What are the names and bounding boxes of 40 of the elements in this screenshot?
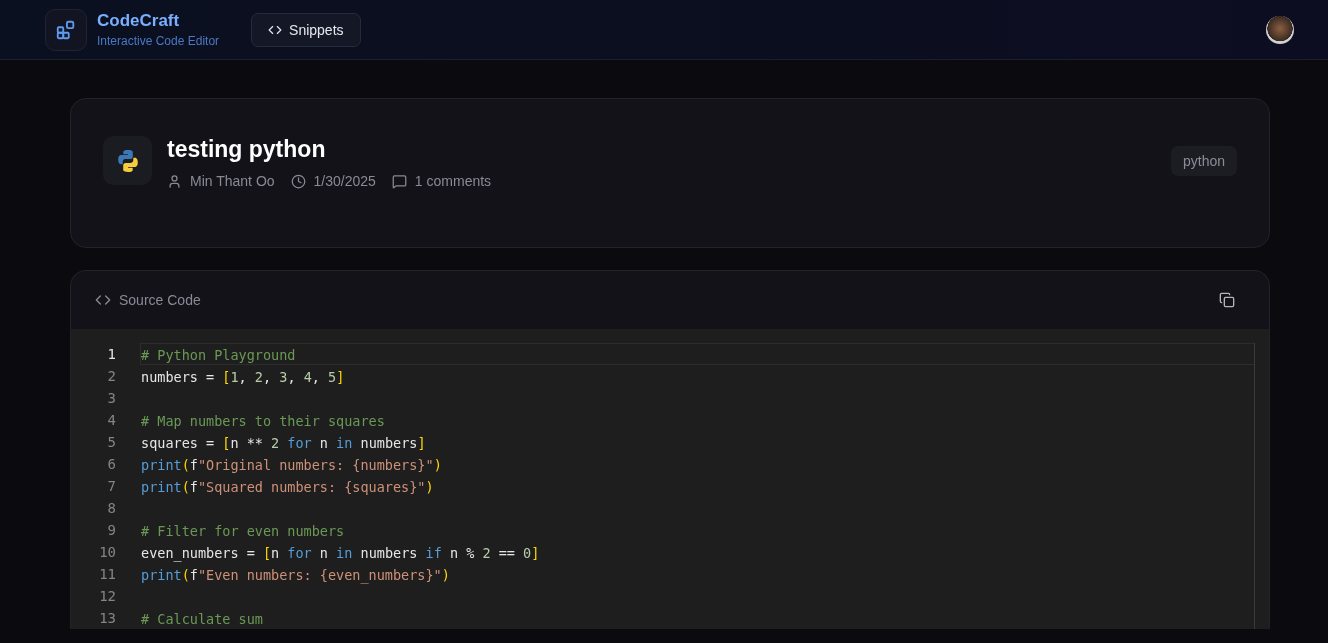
snippets-button[interactable]: Snippets: [251, 12, 361, 47]
logo-icon: [45, 8, 87, 51]
brand-name: CodeCraft: [97, 11, 181, 31]
code-icon: [95, 292, 111, 308]
line-number: 8: [107, 499, 117, 518]
line-number: 1: [107, 345, 117, 364]
brand-tagline: Interactive Code Editor: [97, 34, 220, 48]
code-line: print(f"Original numbers: {numbers}"): [140, 456, 443, 475]
user-icon: [167, 173, 182, 189]
language-tag: python: [1170, 146, 1237, 176]
snippet-date: 1/30/2025: [313, 173, 376, 189]
snippet-title: testing python: [167, 136, 327, 163]
line-number: 10: [99, 543, 117, 562]
line-number: 12: [99, 587, 117, 606]
clock-icon: [290, 173, 306, 189]
panel-title: Source Code: [119, 292, 201, 308]
code-line: print(f"Even numbers: {even_numbers}"): [140, 566, 451, 585]
code-line: # Map numbers to their squares: [140, 412, 386, 431]
line-number: 6: [107, 455, 117, 474]
author-name: Min Thant Oo: [190, 173, 275, 189]
code-line: # Filter for even numbers: [140, 522, 346, 541]
line-number: 9: [107, 521, 117, 540]
copy-button[interactable]: [1217, 290, 1237, 310]
line-number: 5: [107, 433, 117, 452]
comment-count: 1 comments: [414, 173, 492, 189]
code-line: # Python Playground: [140, 343, 1254, 365]
python-logo-icon: [115, 148, 140, 173]
user-avatar[interactable]: [1266, 15, 1294, 44]
code-line: even_numbers = [n for n in numbers if n % 2 == 0]: [140, 544, 541, 563]
code-line: squares = [n ** 2 for n in numbers]: [140, 434, 427, 453]
line-number: 13: [99, 609, 117, 628]
code-line: # Calculate sum: [140, 610, 264, 629]
line-number: 2: [107, 367, 117, 386]
code-line: numbers = [1, 2, 3, 4, 5]: [140, 368, 346, 387]
line-number: 7: [107, 477, 117, 496]
code-line: print(f"Squared numbers: {squares}"): [140, 478, 435, 497]
comment-icon: [391, 173, 407, 189]
line-number: 3: [107, 389, 117, 408]
line-number: 11: [99, 565, 117, 584]
line-number: 4: [107, 411, 117, 430]
